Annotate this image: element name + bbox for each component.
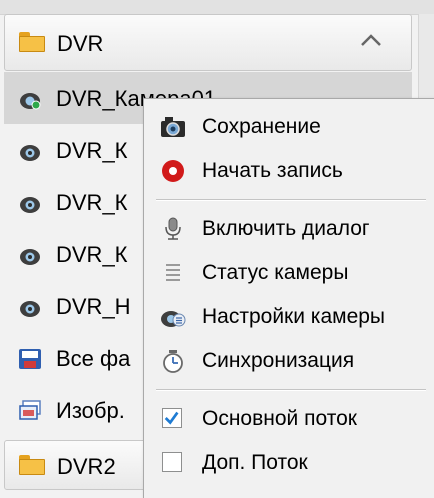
camera-icon (20, 249, 40, 265)
menu-item-start-recording[interactable]: Начать запись (144, 149, 434, 193)
menu-item-label: Синхронизация (202, 349, 355, 372)
menu-item-label: Сохранение (202, 115, 321, 138)
menu-item-enable-dialog[interactable]: Включить диалог (144, 207, 434, 251)
group-label: DVR2 (57, 454, 116, 479)
menu-item-label: Настройки камеры (202, 305, 386, 328)
floppy-disk-icon (19, 349, 41, 369)
tree-item-label: Изобр. (56, 398, 125, 423)
menu-item-camera-status[interactable]: Статус камеры (144, 251, 434, 295)
tree-item-label: DVR_К (56, 190, 128, 215)
microphone-icon (165, 217, 181, 240)
camera-online-icon (20, 93, 41, 110)
menu-item-label: Начать запись (202, 159, 343, 182)
top-strip (0, 0, 434, 15)
main-stream-checkbox[interactable] (162, 408, 182, 428)
context-menu: Сохранение Начать запись Включить диалог… (143, 98, 434, 498)
menu-item-save[interactable]: Сохранение (144, 105, 434, 149)
camera-icon (161, 117, 185, 137)
menu-item-label: Основной поток (202, 407, 357, 430)
menu-item-sub-stream[interactable]: Доп. Поток (144, 441, 434, 485)
menu-item-synchronization[interactable]: Синхронизация (144, 339, 434, 383)
menu-separator (156, 199, 426, 201)
camera-settings-icon (161, 311, 186, 327)
record-icon (162, 160, 184, 182)
menu-separator (156, 389, 426, 391)
camera-icon (20, 301, 40, 317)
tree-item-label: DVR_К (56, 138, 128, 163)
chevron-up-icon[interactable] (360, 33, 382, 47)
clock-sync-icon (163, 350, 183, 373)
camera-icon (20, 145, 40, 161)
status-list-icon (166, 264, 180, 281)
checkmark-icon (164, 411, 179, 425)
menu-item-camera-settings[interactable]: Настройки камеры (144, 295, 434, 339)
tree-item-label: DVR_Н (56, 294, 131, 319)
menu-item-label: Статус камеры (202, 261, 349, 284)
tree-item-label: Все фа (56, 346, 131, 371)
folder-icon (19, 455, 45, 475)
image-stack-icon (19, 400, 41, 420)
camera-icon (20, 197, 40, 213)
sub-stream-checkbox[interactable] (162, 452, 182, 472)
tree-item-label: DVR_К (56, 242, 128, 267)
group-label: DVR (57, 31, 104, 56)
menu-item-label: Включить диалог (202, 217, 370, 240)
folder-icon (19, 32, 45, 52)
group-header-dvr[interactable]: DVR (4, 14, 412, 71)
menu-item-label: Доп. Поток (202, 451, 308, 474)
menu-item-main-stream[interactable]: Основной поток (144, 397, 434, 441)
